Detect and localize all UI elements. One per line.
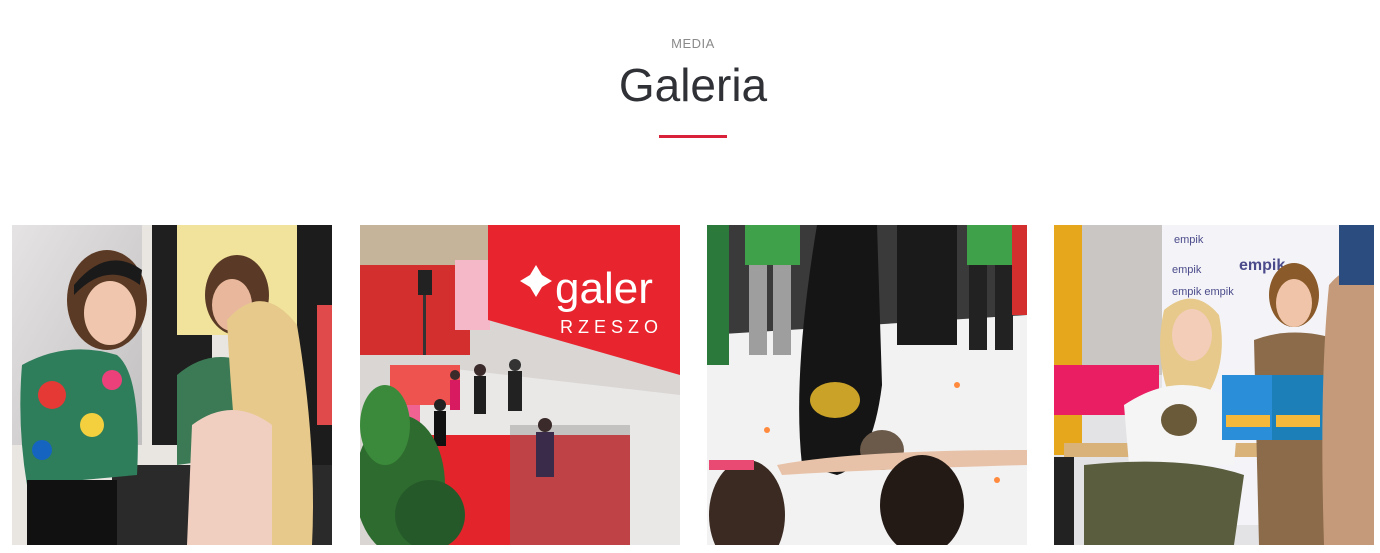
svg-text:empik: empik [1172,264,1202,276]
gallery-item-makeup[interactable] [12,225,332,545]
section-title: Galeria [618,59,768,111]
svg-text:empik empik: empik empik [1172,286,1234,298]
banner-subtext: RZESZO [560,317,663,337]
gallery-section: MEDIA Galeria galer RZESZO empik empik e… [0,0,1380,553]
gallery-grid: galer RZESZO empik empik empik empik emp… [12,225,1374,545]
mall-event-photo-image: galer RZESZO [360,225,680,545]
gallery-item-breakdance[interactable] [707,225,1027,545]
gallery-item-mall-event[interactable]: galer RZESZO [360,225,680,545]
breakdance-photo-image [707,225,1027,545]
title-underline [659,135,727,138]
book-signing-photo-image: empik empik empik empik empik empik [1054,225,1374,545]
gallery-item-book-signing[interactable]: empik empik empik empik empik empik [1054,225,1374,545]
banner-text: galer [555,264,653,313]
sign-text: empik [1174,234,1204,246]
makeup-photo-image [12,225,332,545]
section-eyebrow: MEDIA [671,36,715,51]
